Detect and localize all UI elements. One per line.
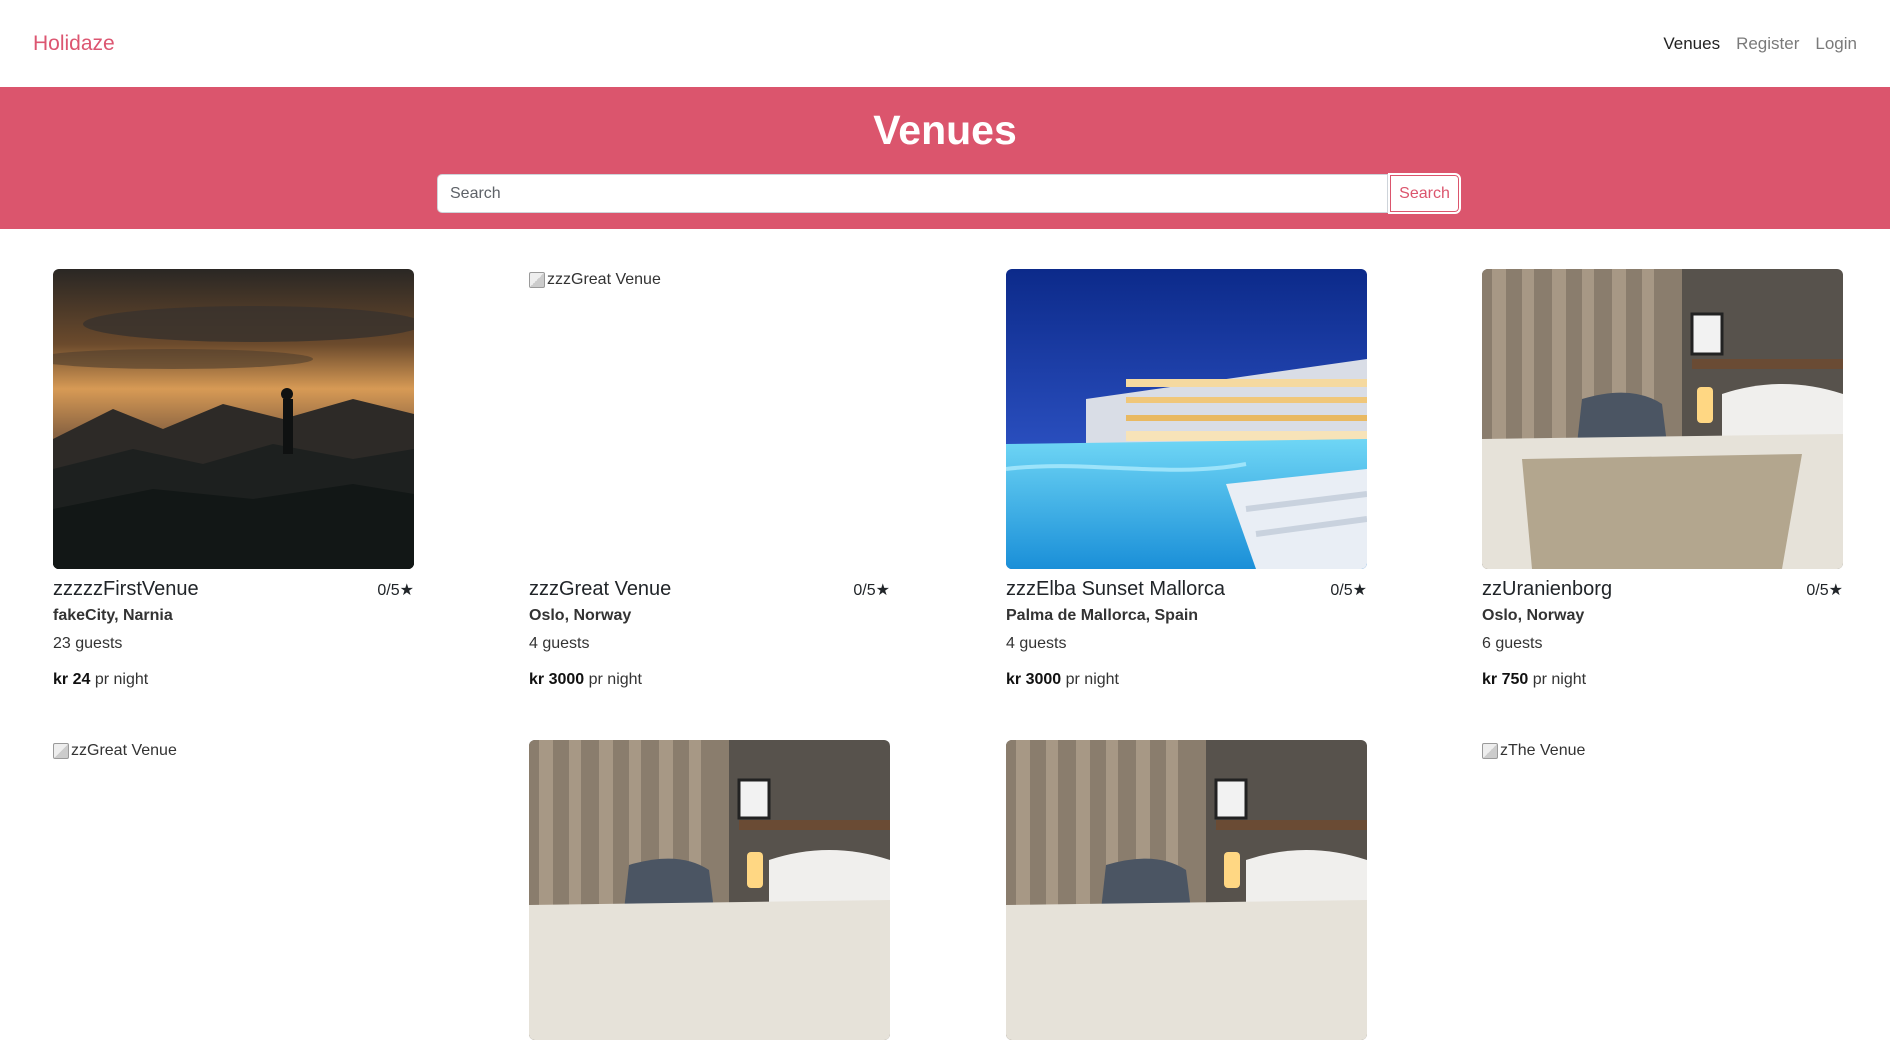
venue-location: Oslo, Norway	[1482, 607, 1585, 624]
broken-image-icon	[53, 743, 69, 759]
venue-guests: 4 guests	[1006, 635, 1067, 652]
venue-name: zzzzzFirstVenue	[53, 578, 199, 600]
venue-price: kr 3000 pr night	[1006, 671, 1367, 689]
price-suffix: pr night	[584, 671, 642, 688]
price-suffix: pr night	[1528, 671, 1587, 688]
venue-image[interactable]	[53, 269, 414, 569]
venue-rating: 0/5★	[1330, 582, 1367, 599]
venue-image-broken[interactable]: zzzGreat Venue	[529, 269, 890, 569]
venue-card[interactable]: zzzGreat Venue zzzGreat Venue 0/5★ Oslo,…	[529, 269, 890, 689]
venue-location: Palma de Mallorca, Spain	[1006, 607, 1199, 624]
hero-banner: Venues Search	[0, 87, 1890, 229]
venue-card[interactable]: zzGreat Venue	[53, 740, 414, 1040]
venue-price: kr 24 pr night	[53, 671, 414, 689]
price-amount: kr 750	[1482, 671, 1529, 688]
venue-image[interactable]	[1006, 269, 1367, 569]
venue-card[interactable]: zzzElba Sunset Mallorca 0/5★ Palma de Ma…	[1006, 269, 1367, 689]
nav-link-register[interactable]: Register	[1736, 34, 1799, 54]
price-amount: kr 3000	[1006, 671, 1062, 688]
brand-link[interactable]: Holidaze	[33, 32, 115, 56]
venue-image[interactable]	[1006, 740, 1367, 1040]
image-alt-text: zzzGreat Venue	[547, 271, 661, 288]
venue-location: Oslo, Norway	[529, 607, 632, 624]
search-bar: Search	[437, 173, 1461, 215]
broken-image-icon	[1482, 743, 1498, 759]
venue-card[interactable]: zzUranienborg 0/5★ Oslo, Norway 6 guests…	[1482, 269, 1843, 689]
nav-link-venues[interactable]: Venues	[1663, 34, 1720, 54]
navbar: Holidaze Venues Register Login	[0, 0, 1890, 87]
venue-card[interactable]	[1006, 740, 1367, 1040]
search-button[interactable]: Search	[1388, 173, 1461, 214]
venue-name: zzzElba Sunset Mallorca	[1006, 578, 1225, 600]
venue-guests: 23 guests	[53, 635, 123, 652]
venue-rating: 0/5★	[377, 582, 414, 599]
venue-image[interactable]	[1482, 269, 1843, 569]
venue-card[interactable]: zzzzzFirstVenue 0/5★ fakeCity, Narnia 23…	[53, 269, 414, 689]
venue-guests: 4 guests	[529, 635, 590, 652]
venue-guests: 6 guests	[1482, 635, 1543, 652]
search-input[interactable]	[437, 174, 1388, 213]
nav-links: Venues Register Login	[1663, 34, 1857, 54]
venue-card[interactable]: zThe Venue	[1482, 740, 1843, 1040]
venue-image-broken[interactable]: zzGreat Venue	[53, 740, 414, 1040]
venue-image[interactable]	[529, 740, 890, 1040]
nav-link-login[interactable]: Login	[1815, 34, 1857, 54]
venue-rating: 0/5★	[853, 582, 890, 599]
venue-image-broken[interactable]: zThe Venue	[1482, 740, 1843, 1040]
price-amount: kr 3000	[529, 671, 585, 688]
venue-price: kr 750 pr night	[1482, 671, 1843, 689]
venue-name: zzUranienborg	[1482, 578, 1613, 600]
venue-card[interactable]	[529, 740, 890, 1040]
venue-name: zzzGreat Venue	[529, 578, 672, 600]
page-title: Venues	[873, 107, 1017, 153]
image-alt-text: zThe Venue	[1500, 742, 1586, 759]
price-suffix: pr night	[1061, 671, 1119, 688]
price-amount: kr 24	[53, 671, 91, 688]
venue-price: kr 3000 pr night	[529, 671, 890, 689]
image-alt-text: zzGreat Venue	[71, 742, 177, 759]
price-suffix: pr night	[90, 671, 149, 688]
venue-location: fakeCity, Narnia	[53, 607, 173, 624]
broken-image-icon	[529, 272, 545, 288]
venue-rating: 0/5★	[1806, 582, 1843, 599]
